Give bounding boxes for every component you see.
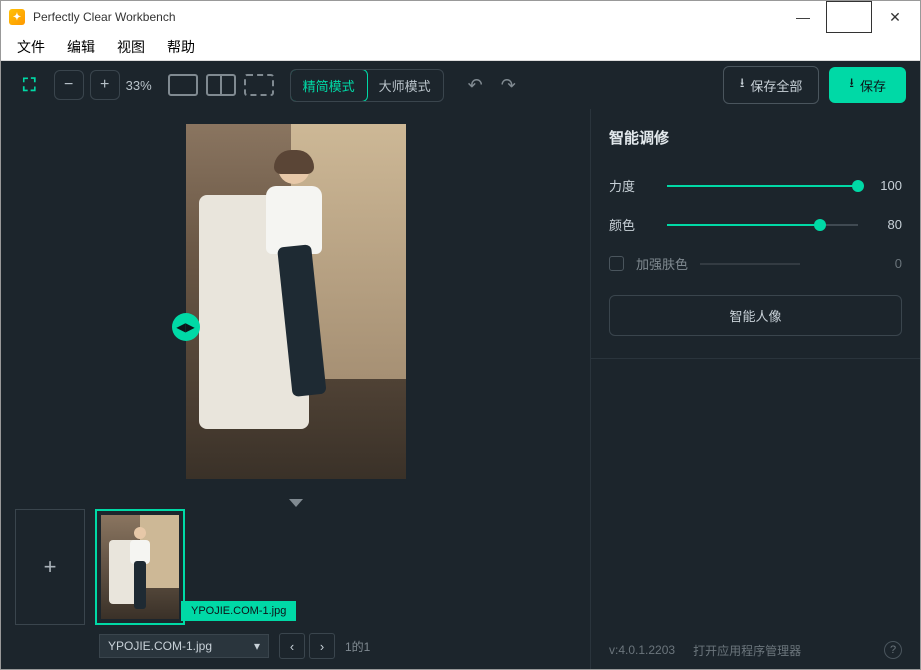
redo-icon[interactable]: ↷ bbox=[501, 75, 516, 96]
title-bar: ✦ Perfectly Clear Workbench — ✕ bbox=[1, 1, 920, 33]
close-button[interactable]: ✕ bbox=[872, 1, 918, 33]
help-icon[interactable]: ? bbox=[884, 641, 902, 659]
menu-help[interactable]: 帮助 bbox=[157, 34, 205, 60]
maximize-button[interactable] bbox=[826, 1, 872, 33]
version-label: v:4.0.1.2203 bbox=[609, 643, 675, 657]
filename-dropdown[interactable]: YPOJIE.COM-1.jpg▾ bbox=[99, 634, 269, 658]
view-split-icon[interactable] bbox=[206, 74, 236, 96]
undo-icon[interactable]: ↶ bbox=[468, 75, 483, 96]
zoom-out-button[interactable]: − bbox=[54, 70, 84, 100]
menu-edit[interactable]: 编辑 bbox=[57, 34, 105, 60]
view-crop-icon[interactable] bbox=[244, 74, 274, 96]
add-image-button[interactable]: + bbox=[15, 509, 85, 625]
prev-image-button[interactable]: ‹ bbox=[279, 633, 305, 659]
skin-label: 加强肤色 bbox=[636, 254, 688, 273]
zoom-in-button[interactable]: + bbox=[90, 70, 120, 100]
color-slider[interactable] bbox=[667, 219, 858, 231]
zoom-level: 33% bbox=[126, 78, 152, 93]
mode-switch: 精简模式 大师模式 bbox=[290, 69, 444, 102]
strength-value: 100 bbox=[872, 178, 902, 193]
window-title: Perfectly Clear Workbench bbox=[33, 10, 176, 24]
app-manager-link[interactable]: 打开应用程序管理器 bbox=[693, 642, 801, 659]
side-panel: 智能调修 力度 100 颜色 80 加强肤 bbox=[590, 109, 920, 669]
current-indicator-icon bbox=[289, 499, 303, 507]
mode-master[interactable]: 大师模式 bbox=[367, 70, 443, 101]
smart-portrait-button[interactable]: 智能人像 bbox=[609, 295, 902, 336]
strength-slider[interactable] bbox=[667, 180, 858, 192]
fullscreen-icon[interactable]: ⛶ bbox=[15, 69, 44, 102]
thumbnail-selected[interactable]: YPOJIE.COM-1.jpg bbox=[95, 509, 185, 625]
skin-value: 0 bbox=[895, 256, 902, 271]
view-single-icon[interactable] bbox=[168, 74, 198, 96]
next-image-button[interactable]: › bbox=[309, 633, 335, 659]
page-indicator: 1的1 bbox=[345, 638, 370, 655]
compare-handle[interactable]: ◀▶ bbox=[172, 313, 200, 341]
app-logo-icon: ✦ bbox=[9, 9, 25, 25]
mode-simple[interactable]: 精简模式 bbox=[290, 69, 368, 102]
filmstrip: + YPOJIE.COM-1.jpg YPOJIE.COM-1.jpg▾ bbox=[1, 509, 590, 669]
menu-bar: 文件 编辑 视图 帮助 bbox=[1, 33, 920, 61]
color-value: 80 bbox=[872, 217, 902, 232]
menu-view[interactable]: 视图 bbox=[107, 34, 155, 60]
menu-file[interactable]: 文件 bbox=[7, 34, 55, 60]
save-all-button[interactable]: ⭳ 保存全部 bbox=[723, 66, 820, 104]
strength-label: 力度 bbox=[609, 176, 653, 195]
thumbnail-filename-tag: YPOJIE.COM-1.jpg bbox=[181, 601, 296, 621]
panel-title: 智能调修 bbox=[609, 127, 902, 148]
toolbar: ⛶ − + 33% 精简模式 大师模式 ↶ ↷ ⭳ 保存全部 ⭳ 保存 bbox=[1, 61, 920, 109]
save-button[interactable]: ⭳ 保存 bbox=[829, 67, 906, 103]
preview-image: ◀▶ bbox=[186, 124, 406, 479]
minimize-button[interactable]: — bbox=[780, 1, 826, 33]
skin-checkbox[interactable] bbox=[609, 256, 624, 271]
color-label: 颜色 bbox=[609, 215, 653, 234]
canvas[interactable]: ◀▶ bbox=[1, 109, 590, 493]
skin-slider bbox=[700, 258, 800, 270]
